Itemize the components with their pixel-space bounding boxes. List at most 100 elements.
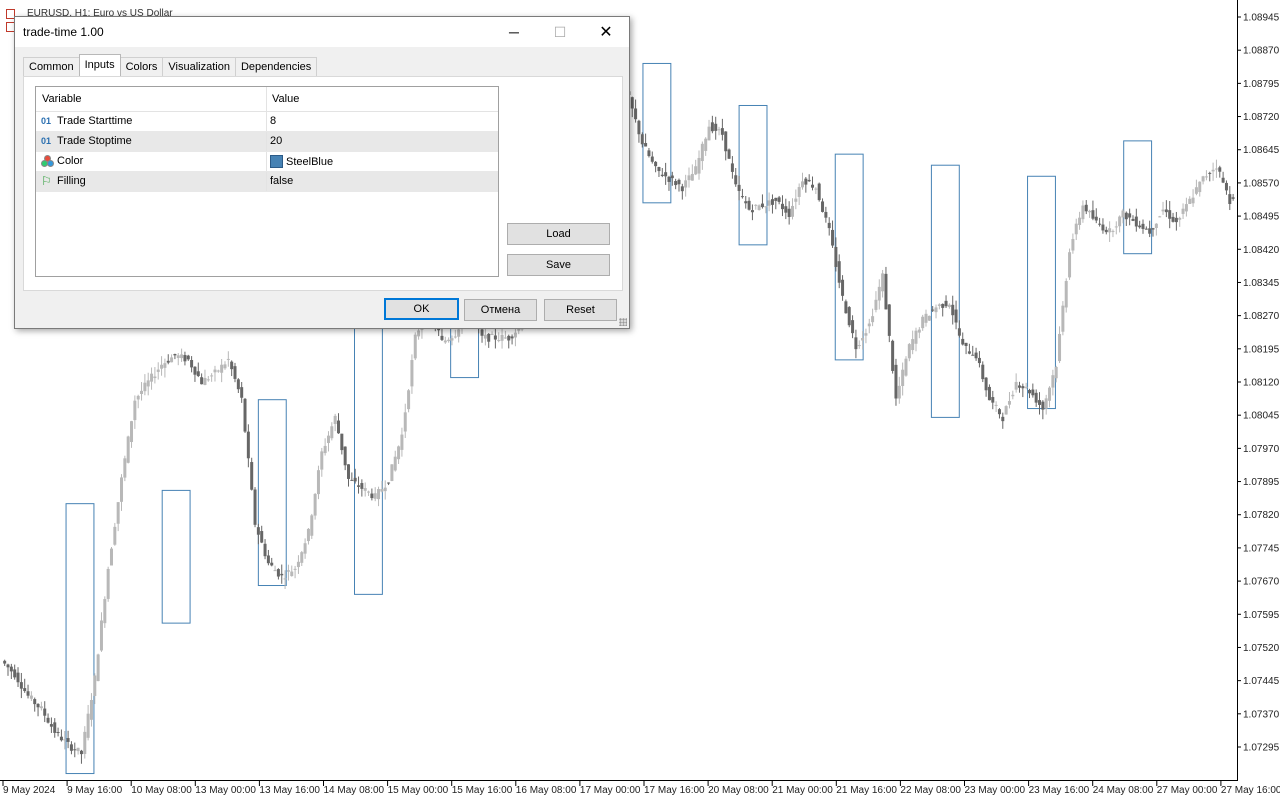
- candle-body: [797, 187, 801, 197]
- candle-body: [180, 354, 184, 359]
- candle-body: [1198, 181, 1202, 193]
- candle-body: [857, 345, 861, 347]
- value-cell[interactable]: 8: [270, 115, 276, 127]
- value-cell[interactable]: 20: [270, 135, 282, 147]
- candle-body: [1144, 228, 1148, 230]
- color-type-icon: [41, 155, 57, 167]
- tab-inputs[interactable]: Inputs: [78, 54, 121, 76]
- save-button[interactable]: Save: [507, 254, 610, 276]
- time-label: 14 May 08:00: [324, 785, 385, 796]
- color-swatch[interactable]: [270, 155, 283, 168]
- candle-body: [877, 286, 881, 301]
- candle-body: [370, 493, 374, 499]
- variable-cell: Color: [41, 155, 83, 167]
- candle-body: [310, 515, 314, 536]
- candle-body: [250, 462, 254, 490]
- candle-body: [1101, 224, 1105, 231]
- input-row-trade-stoptime[interactable]: 01 Trade Stoptime 20: [36, 132, 498, 152]
- candle-body: [120, 477, 124, 502]
- candle-body: [403, 412, 407, 432]
- header-value[interactable]: Value: [272, 93, 299, 105]
- price-label: 1.07520: [1243, 643, 1280, 654]
- candle-body: [807, 179, 811, 182]
- candle-body: [170, 357, 174, 363]
- candle-body: [457, 329, 461, 337]
- candle-body: [911, 339, 915, 351]
- candle-body: [1154, 223, 1158, 229]
- header-divider[interactable]: [266, 87, 267, 111]
- header-variable[interactable]: Variable: [42, 93, 82, 105]
- candle-body: [367, 491, 371, 493]
- candle-body: [1111, 230, 1115, 232]
- candle-body: [1151, 228, 1155, 230]
- tab-colors[interactable]: Colors: [119, 57, 164, 76]
- value-cell[interactable]: false: [270, 175, 293, 187]
- candle-body: [1201, 176, 1205, 182]
- candle-body: [146, 380, 150, 387]
- input-row-filling[interactable]: ⚐ Filling false: [36, 172, 498, 192]
- time-label: 17 May 16:00: [644, 785, 705, 796]
- candle-body: [383, 487, 387, 492]
- tab-visualization[interactable]: Visualization: [162, 57, 236, 76]
- candle-body: [190, 359, 194, 368]
- maximize-button[interactable]: ☐: [537, 17, 583, 47]
- candle-body: [63, 739, 67, 741]
- value-cell[interactable]: SteelBlue: [270, 155, 333, 168]
- input-row-trade-starttime[interactable]: 01 Trade Starttime 8: [36, 112, 498, 132]
- minimize-button[interactable]: ─: [491, 17, 537, 47]
- candle-body: [43, 708, 47, 716]
- candle-body: [997, 409, 1001, 415]
- variable-name: Color: [57, 155, 84, 167]
- candle-body: [1044, 398, 1048, 409]
- candle-body: [93, 675, 97, 696]
- candle-body: [991, 397, 995, 403]
- load-button[interactable]: Load: [507, 223, 610, 245]
- close-button[interactable]: ✕: [583, 17, 629, 47]
- candle-body: [69, 744, 73, 751]
- tab-common[interactable]: Common: [23, 57, 80, 76]
- resize-grip[interactable]: [619, 318, 627, 326]
- price-label: 1.07745: [1243, 543, 1280, 554]
- candle-body: [954, 309, 958, 323]
- candle-body: [657, 167, 661, 172]
- ok-button[interactable]: OK: [384, 298, 459, 320]
- candle-body: [1138, 225, 1142, 228]
- candle-body: [927, 315, 931, 321]
- candle-body: [1174, 217, 1178, 223]
- candle-body: [6, 664, 10, 668]
- cell-divider: [266, 152, 267, 171]
- session-box: [1123, 140, 1153, 255]
- candle-body: [957, 328, 961, 336]
- candle-body: [811, 184, 815, 188]
- candle-body: [780, 203, 784, 210]
- candle-body: [894, 364, 898, 399]
- candle-body: [924, 313, 928, 323]
- candle-body: [220, 364, 224, 373]
- bool-flag-icon: ⚐: [41, 174, 52, 188]
- candle-body: [934, 307, 938, 313]
- tab-dependencies[interactable]: Dependencies: [234, 57, 318, 76]
- input-row-color[interactable]: Color SteelBlue: [36, 152, 498, 172]
- candle-body: [183, 355, 187, 362]
- candle-body: [1038, 400, 1042, 405]
- candle-body: [1218, 167, 1222, 172]
- candle-body: [363, 488, 367, 491]
- candle-body: [984, 377, 988, 391]
- time-label: 23 May 16:00: [1029, 785, 1090, 796]
- candle-body: [487, 333, 491, 342]
- candle-body: [410, 360, 414, 387]
- cancel-button[interactable]: Отмена: [464, 299, 537, 321]
- candle-body: [664, 172, 668, 177]
- candle-body: [99, 620, 103, 651]
- dialog-titlebar[interactable]: trade-time 1.00 ─ ☐ ✕: [15, 17, 629, 47]
- candle-body: [717, 129, 721, 131]
- price-label: 1.08795: [1243, 79, 1280, 90]
- candle-body: [59, 736, 63, 741]
- candle-body: [1178, 217, 1182, 220]
- candle-body: [710, 122, 714, 132]
- candle-body: [46, 717, 50, 723]
- candle-body: [1118, 216, 1122, 227]
- reset-button[interactable]: Reset: [544, 299, 617, 321]
- candle-body: [804, 178, 808, 185]
- candle-body: [1014, 381, 1018, 390]
